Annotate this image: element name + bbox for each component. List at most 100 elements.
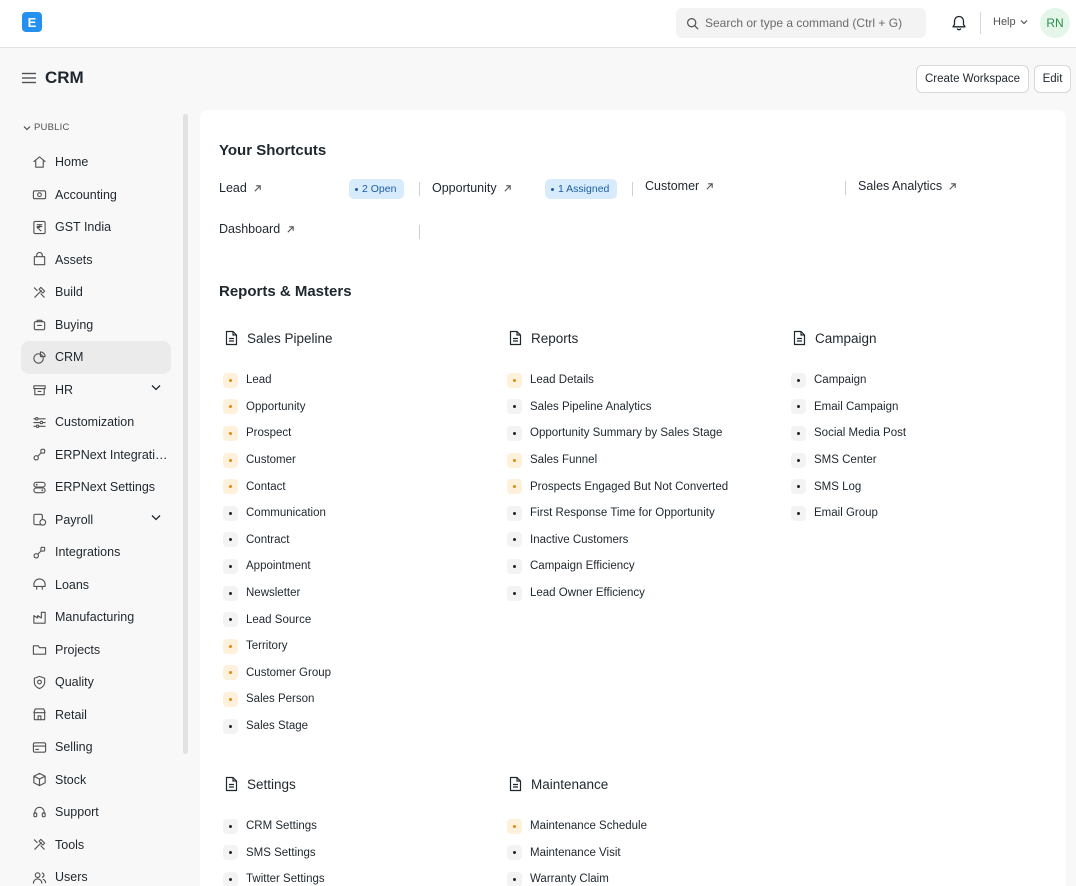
- card-link-label: Warranty Claim: [530, 873, 609, 886]
- card-link[interactable]: Maintenance Schedule: [507, 813, 647, 840]
- card-link-label: Opportunity: [246, 400, 306, 413]
- sidebar-item-erpnext-integratio[interactable]: ERPNext Integratio...: [21, 439, 171, 472]
- card-link[interactable]: CRM Settings: [223, 813, 325, 840]
- bullet-icon: [791, 479, 806, 495]
- users-icon: [32, 870, 47, 885]
- sidebar-item-integrations[interactable]: Integrations: [21, 536, 171, 569]
- chevron-down-icon[interactable]: [151, 514, 161, 521]
- search-bar[interactable]: [676, 8, 926, 38]
- card-link-label: Inactive Customers: [530, 533, 629, 546]
- sidebar-item-customization[interactable]: Customization: [21, 406, 171, 439]
- sidebar-item-assets[interactable]: Assets: [21, 244, 171, 277]
- card-link[interactable]: Sales Person: [223, 686, 331, 713]
- sidebar-item-hr[interactable]: HR: [21, 374, 171, 407]
- bullet-icon: [507, 818, 522, 834]
- sidebar-item-stock[interactable]: Stock: [21, 764, 171, 797]
- card-link[interactable]: Maintenance Visit: [507, 840, 647, 867]
- shortcut-opportunity[interactable]: Opportunity: [432, 181, 512, 195]
- card-link[interactable]: Prospect: [223, 420, 331, 447]
- card-link-list: Lead Details Sales Pipeline Analytics Oppo…: [507, 367, 728, 606]
- card-link[interactable]: Customer: [223, 447, 331, 474]
- card-link-label: Sales Pipeline Analytics: [530, 400, 652, 413]
- arrow-up-right-icon: [504, 184, 511, 192]
- card-link[interactable]: Social Media Post: [791, 420, 906, 447]
- card-link[interactable]: Opportunity Summary by Sales Stage: [507, 420, 728, 447]
- bullet-icon: [507, 425, 522, 441]
- card-link[interactable]: Appointment: [223, 553, 331, 580]
- card-link[interactable]: Contract: [223, 527, 331, 554]
- card-link-label: Social Media Post: [814, 427, 907, 440]
- sidebar-item-tools[interactable]: Tools: [21, 829, 171, 862]
- card-link[interactable]: First Response Time for Opportunity: [507, 500, 728, 527]
- sidebar-item-manufacturing[interactable]: Manufacturing: [21, 601, 171, 634]
- sidebar-item-gst-india[interactable]: GST India: [21, 211, 171, 244]
- card-link[interactable]: Sales Pipeline Analytics: [507, 394, 728, 421]
- sidebar-item-payroll[interactable]: Payroll: [21, 504, 171, 537]
- sidebar-item-support[interactable]: Support: [21, 796, 171, 829]
- card-link[interactable]: Contact: [223, 473, 331, 500]
- card-link-label: First Response Time for Opportunity: [530, 507, 715, 520]
- sidebar-item-quality[interactable]: Quality: [21, 666, 171, 699]
- sidebar-scrollbar[interactable]: [183, 114, 188, 754]
- notification-bell-icon[interactable]: [950, 14, 968, 32]
- sidebar-item-label: Assets: [55, 252, 93, 267]
- card-link[interactable]: Warranty Claim: [507, 866, 647, 886]
- arrow-up-right-icon: [706, 182, 713, 190]
- shortcut-customer[interactable]: Customer: [645, 179, 714, 193]
- card-link[interactable]: Opportunity: [223, 394, 331, 421]
- bullet-icon: [507, 372, 522, 388]
- card-link[interactable]: SMS Settings: [223, 840, 325, 867]
- shortcut-dashboard[interactable]: Dashboard: [219, 222, 295, 236]
- card-link[interactable]: Campaign Efficiency: [507, 553, 728, 580]
- card-link[interactable]: Newsletter: [223, 580, 331, 607]
- sidebar-item-label: Integrations: [55, 545, 121, 560]
- card-title-campaign: Campaign: [792, 330, 877, 346]
- shortcut-sales-analytics[interactable]: Sales Analytics: [858, 179, 957, 193]
- card-link[interactable]: Inactive Customers: [507, 527, 728, 554]
- shortcut-badge[interactable]: 1 Assigned: [545, 179, 618, 199]
- card-link[interactable]: Lead Details: [507, 367, 728, 394]
- card-link[interactable]: Lead: [223, 367, 331, 394]
- card-link[interactable]: Lead Owner Efficiency: [507, 580, 728, 607]
- sidebar-item-retail[interactable]: Retail: [21, 699, 171, 732]
- create-workspace-button[interactable]: Create Workspace: [916, 65, 1029, 93]
- card-link-list: Lead Opportunity Prospect Customer Contact Co…: [223, 367, 331, 739]
- help-dropdown[interactable]: Help: [993, 16, 1028, 28]
- card-link[interactable]: Prospects Engaged But Not Converted: [507, 473, 728, 500]
- card-link[interactable]: Lead Source: [223, 606, 331, 633]
- search-input[interactable]: [705, 16, 910, 30]
- top-navbar: E Help RN: [0, 0, 1076, 48]
- card-link[interactable]: Campaign: [791, 367, 906, 394]
- sidebar-item-crm[interactable]: CRM: [21, 341, 171, 374]
- sidebar-item-erpnext-settings[interactable]: ERPNext Settings: [21, 471, 171, 504]
- sidebar-toggle-icon[interactable]: [22, 72, 36, 84]
- sidebar-item-selling[interactable]: Selling: [21, 731, 171, 764]
- sidebar-item-label: Loans: [55, 577, 90, 592]
- shortcut-badge[interactable]: 2 Open: [349, 179, 405, 199]
- card-link[interactable]: Twitter Settings: [223, 866, 325, 886]
- card-link[interactable]: Sales Stage: [223, 713, 331, 740]
- sidebar-item-users[interactable]: Users: [21, 861, 171, 886]
- card-link[interactable]: Communication: [223, 500, 331, 527]
- sidebar-item-buying[interactable]: Buying: [21, 309, 171, 342]
- sidebar-item-home[interactable]: Home: [21, 146, 171, 179]
- card-link[interactable]: Email Group: [791, 500, 906, 527]
- app-logo[interactable]: E: [22, 12, 42, 32]
- card-link[interactable]: Email Campaign: [791, 394, 906, 421]
- sidebar-item-loans[interactable]: Loans: [21, 569, 171, 602]
- card-link[interactable]: Sales Funnel: [507, 447, 728, 474]
- card-link[interactable]: Customer Group: [223, 660, 331, 687]
- chevron-down-icon[interactable]: [151, 384, 161, 391]
- sidebar-section-toggle[interactable]: PUBLIC: [23, 122, 70, 133]
- document-icon: [509, 776, 522, 792]
- card-link[interactable]: SMS Center: [791, 447, 906, 474]
- user-avatar[interactable]: RN: [1040, 8, 1070, 38]
- edit-button[interactable]: Edit: [1034, 65, 1071, 93]
- card-title-sales-pipeline: Sales Pipeline: [224, 330, 333, 346]
- sidebar-item-build[interactable]: Build: [21, 276, 171, 309]
- card-link[interactable]: SMS Log: [791, 473, 906, 500]
- sidebar-item-projects[interactable]: Projects: [21, 634, 171, 667]
- card-link[interactable]: Territory: [223, 633, 331, 660]
- sidebar-item-accounting[interactable]: Accounting: [21, 179, 171, 212]
- shortcut-lead[interactable]: Lead: [219, 181, 262, 195]
